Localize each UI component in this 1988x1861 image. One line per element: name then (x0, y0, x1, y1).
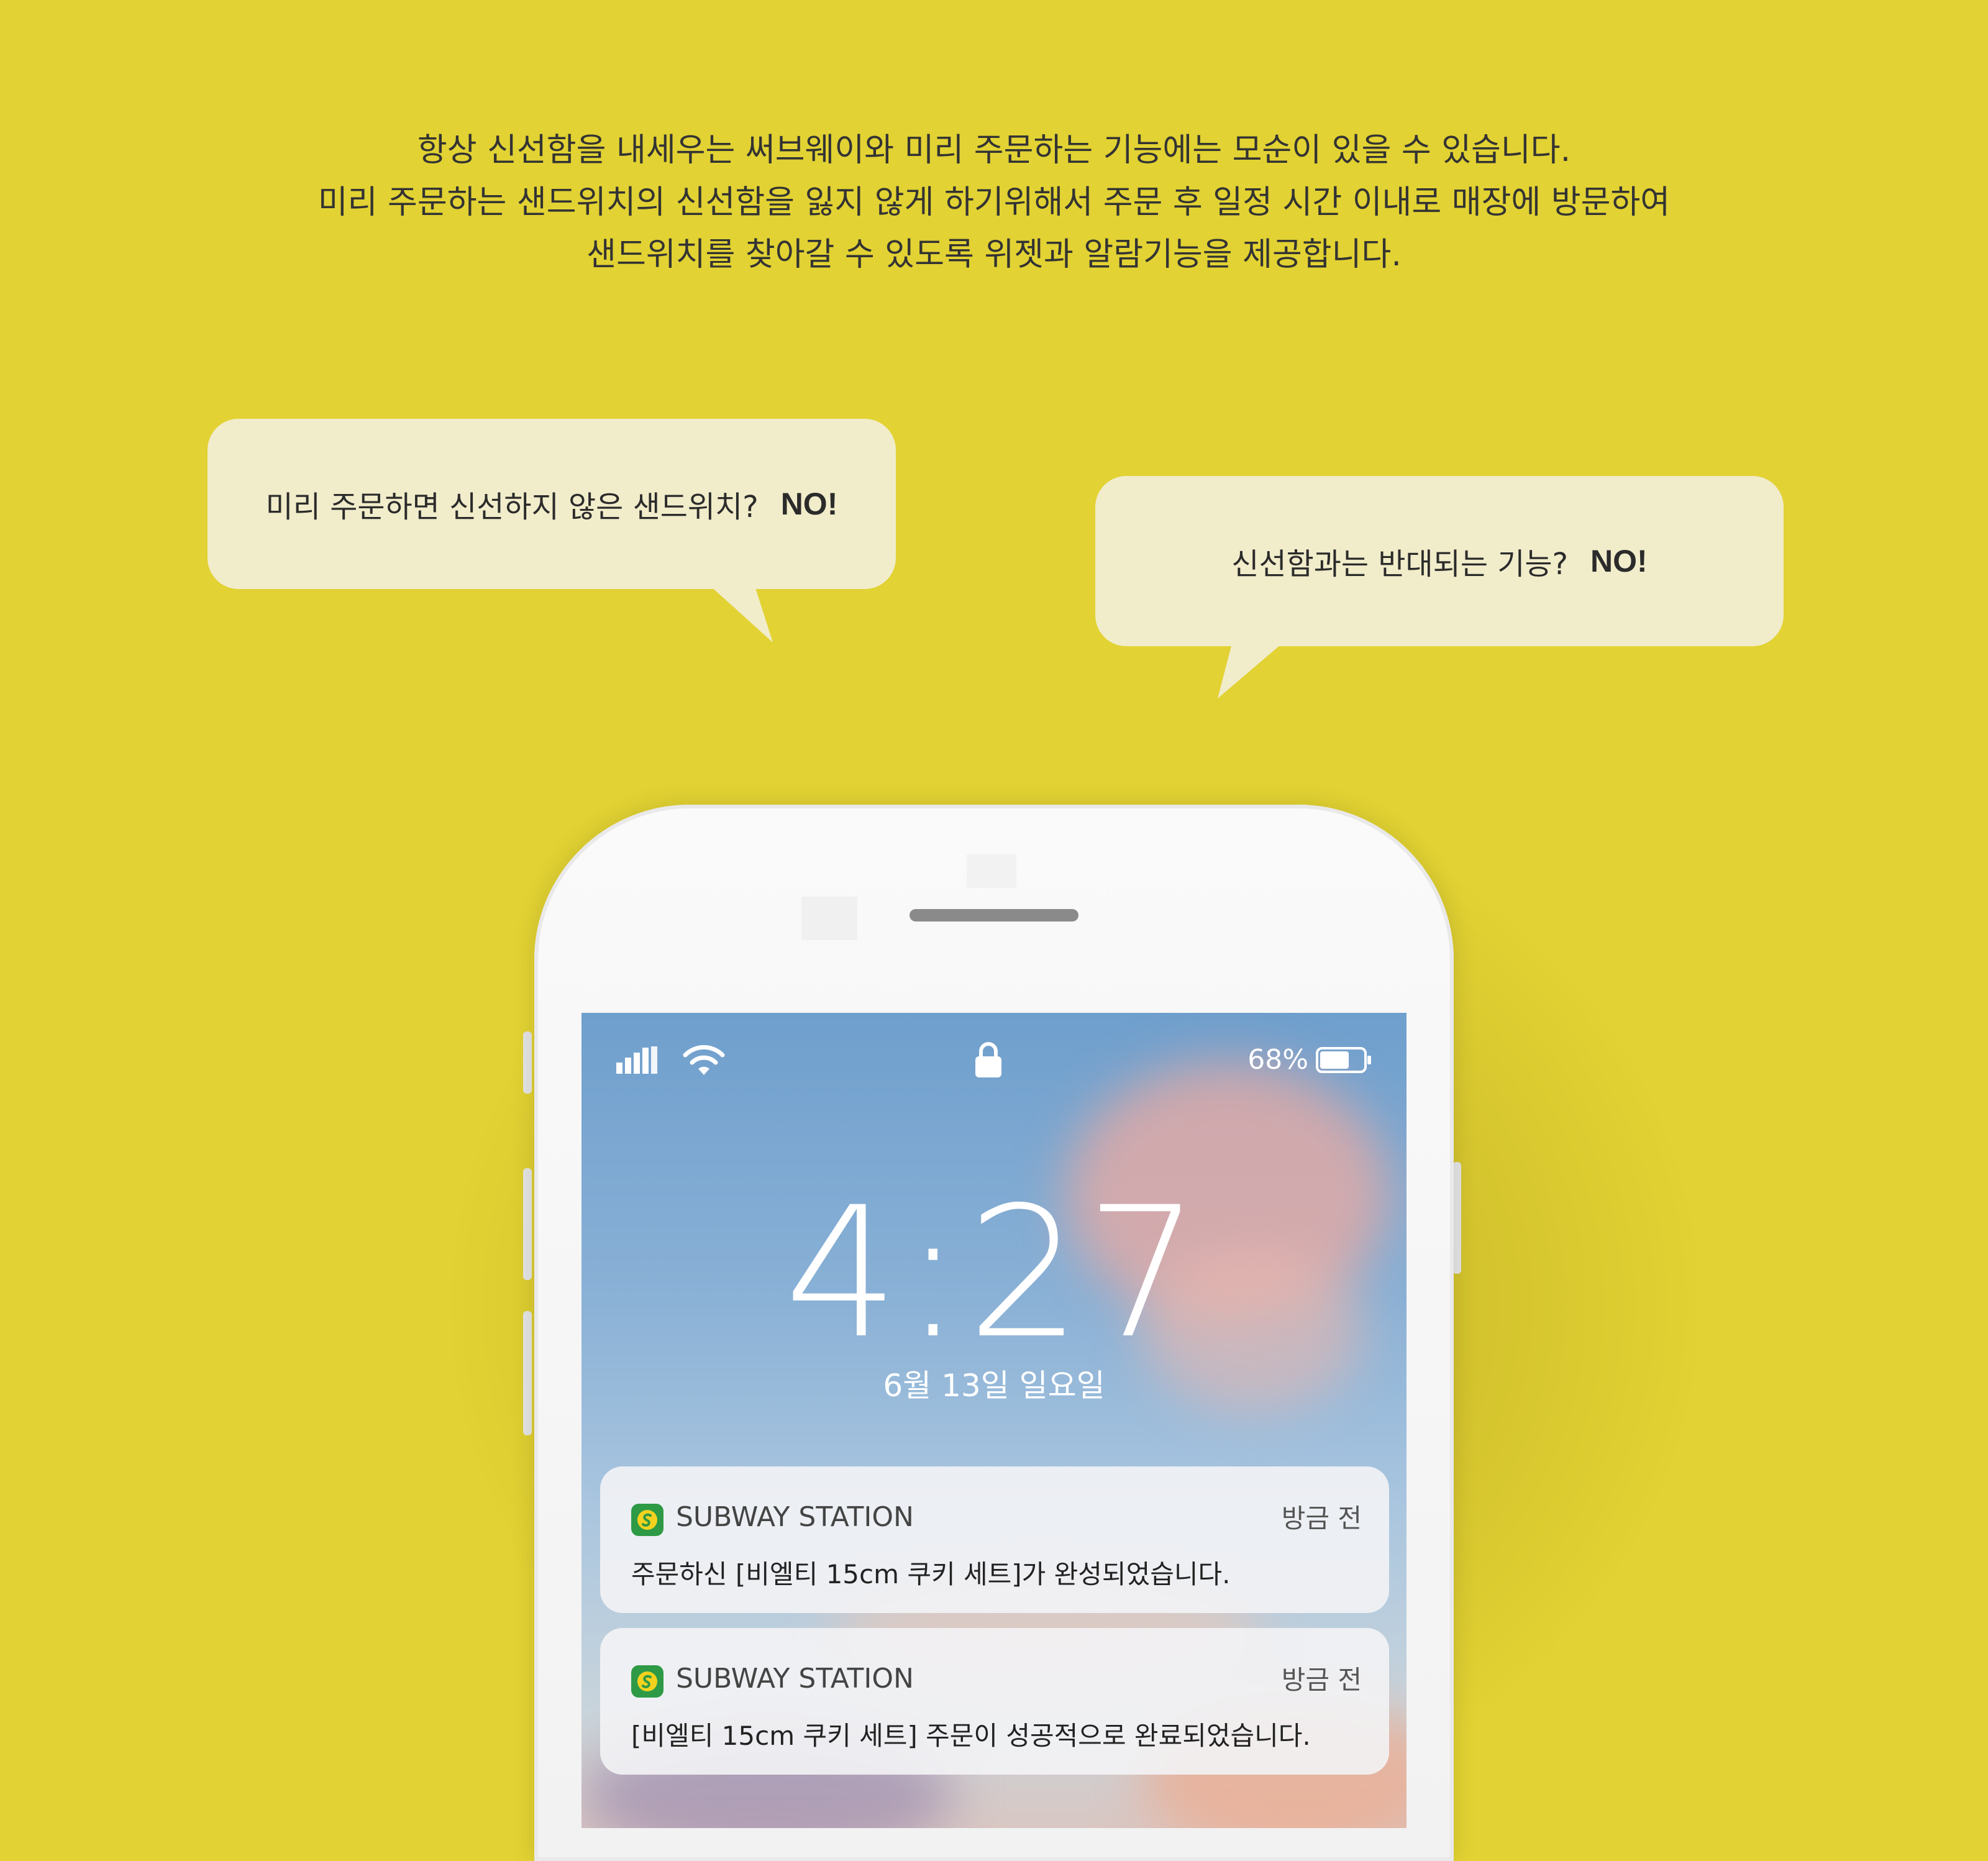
signal-icon (616, 1046, 657, 1074)
subway-app-icon (631, 1665, 663, 1698)
notification-message: [비엘티 15cm 쿠키 세트] 주문이 성공적으로 완료되었습니다. (631, 1721, 1311, 1751)
notification-app-name: SUBWAY STATION (676, 1663, 914, 1694)
speech-bubble-answer: NO! (1590, 544, 1648, 578)
notification-time: 방금 전 (1281, 1665, 1362, 1695)
subway-app-icon (631, 1504, 663, 1536)
status-bar-right: 68% (1247, 1044, 1372, 1076)
notification-card[interactable]: SUBWAY STATION 방금 전 주문하신 [비엘티 15cm 쿠키 세트… (600, 1466, 1389, 1613)
lock-screen-time: 4:27 (784, 1169, 1204, 1378)
intro-line-1: 항상 신선함을 내세우는 써브웨이와 미리 주문하는 기능에는 모순이 있을 수… (417, 132, 1571, 169)
phone-mute-switch (523, 1031, 532, 1094)
lock-icon (975, 1042, 1001, 1077)
notification-time: 방금 전 (1281, 1503, 1362, 1534)
notification-message: 주문하신 [비엘티 15cm 쿠키 세트]가 완성되었습니다. (631, 1559, 1231, 1589)
intro-text: 항상 신선함을 내세우는 써브웨이와 미리 주문하는 기능에는 모순이 있을 수… (0, 124, 1988, 281)
notification-card[interactable]: SUBWAY STATION 방금 전 [비엘티 15cm 쿠키 세트] 주문이… (600, 1628, 1389, 1775)
speech-bubble-tail-2 (1218, 641, 1285, 698)
intro-line-3: 샌드위치를 찾아갈 수 있도록 위젯과 알람기능을 제공합니다. (586, 236, 1402, 273)
phone-camera (801, 897, 857, 940)
speech-bubble-tail-1 (708, 584, 773, 642)
phone-speaker (910, 909, 1078, 921)
lock-screen[interactable]: 68% 4:27 6월 13일 일요일 SUBWAY STATION 방금 전 … (581, 1013, 1407, 1828)
speech-bubble-question: 신선함과는 반대되는 기능? (1231, 547, 1569, 582)
phone-volume-up-button (523, 1168, 532, 1280)
phone-volume-down-button (523, 1311, 532, 1435)
lock-screen-date: 6월 13일 일요일 (883, 1368, 1105, 1404)
wifi-icon (683, 1045, 725, 1075)
battery-icon (1316, 1046, 1371, 1073)
notification-app-name: SUBWAY STATION (676, 1501, 914, 1533)
speech-bubble-answer: NO! (780, 487, 838, 521)
battery-percent: 68% (1247, 1044, 1308, 1076)
speech-bubble-1: 미리 주문하면 신선하지 않은 샌드위치? NO! (207, 419, 896, 589)
speech-bubble-question: 미리 주문하면 신선하지 않은 샌드위치? (265, 490, 759, 524)
status-bar-center (974, 1041, 1003, 1081)
phone-sensor (967, 854, 1016, 888)
intro-line-2: 미리 주문하는 샌드위치의 신선함을 잃지 않게 하기위해서 주문 후 일정 시… (317, 184, 1671, 221)
speech-bubble-2: 신선함과는 반대되는 기능? NO! (1095, 476, 1784, 646)
phone-power-button (1452, 1162, 1461, 1274)
status-bar-left (616, 1044, 726, 1076)
